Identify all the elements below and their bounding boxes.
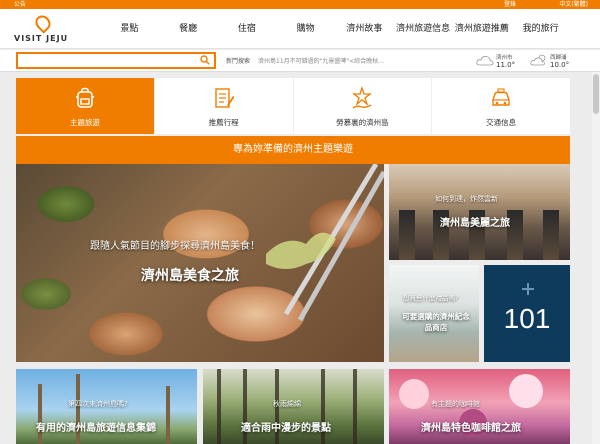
tree-trunk: [353, 369, 357, 444]
tree-trunk: [217, 369, 221, 444]
nav-item-accommodation[interactable]: 住宿: [218, 9, 277, 49]
tab-recommended-itinerary[interactable]: 推薦行程: [155, 78, 294, 134]
star-hand-icon: [352, 86, 373, 109]
nav-item-restaurants[interactable]: 餐廳: [159, 9, 218, 49]
tab-label: 主題旅遊: [69, 118, 100, 127]
tab-theme-travel[interactable]: 主題旅遊: [16, 78, 155, 134]
card-jeju-food-tour[interactable]: 跟隨人氣節目的腳步探尋濟州島美食！ 濟州島美食之旅: [16, 164, 384, 362]
card-subtitle: 想買些什麼禮品嗎?: [403, 294, 459, 302]
card-title: 適合雨中漫步的景點: [241, 423, 331, 434]
top-bar: 公告 登錄 中文(繁體): [0, 0, 600, 9]
site-logo[interactable]: VISIT JEJU: [14, 12, 74, 47]
card-rainy-walk-spots[interactable]: 秋雨綿綿 適合雨中漫步的景點: [203, 369, 384, 444]
search-input[interactable]: [18, 61, 193, 74]
logo-text: VISIT JEJU: [14, 34, 69, 43]
scrollbar-thumb[interactable]: [593, 74, 599, 114]
card-title: 濟州島特色咖啡館之旅: [421, 423, 521, 434]
card-useful-travel-info[interactable]: 第四次來濟州島嗎? 有用的濟州島旅遊信息集錦: [16, 369, 197, 444]
nav-item-shopping[interactable]: 購物: [276, 9, 335, 49]
tab-label: 勞慕裏的濟州島: [336, 118, 389, 127]
notice-link[interactable]: 公告: [14, 0, 26, 9]
card-subtitle: 第四次來濟州島嗎?: [68, 400, 128, 408]
decor-shape: [399, 379, 429, 409]
stall-shape: [399, 210, 415, 260]
palm-trunk: [166, 386, 170, 444]
language-selector[interactable]: 中文(繁體): [559, 0, 588, 9]
plus-icon: [522, 283, 534, 295]
counter-value: 101: [503, 303, 551, 334]
decor-shape: [509, 374, 543, 408]
card-101-counter[interactable]: 101: [484, 265, 570, 362]
main-nav: 景點 餐廳 住宿 購物 濟州故事 濟州旅遊信息 濟州旅遊推薦 我的旅行: [100, 9, 570, 49]
card-souvenir-shops[interactable]: 想買些什麼禮品嗎? 可要選購的濟州紀念品商店: [389, 265, 479, 362]
tab-jeju-in-memory[interactable]: 勞慕裏的濟州島: [294, 78, 433, 134]
car-icon: [492, 88, 510, 106]
weather-jeju-city: 濟州市 11.0°: [476, 52, 538, 70]
chopsticks-image: [266, 164, 384, 322]
card-title: 濟州島美食之旅: [141, 268, 239, 284]
search-icon[interactable]: [200, 55, 210, 65]
nav-item-travel-info[interactable]: 濟州旅遊信息: [394, 9, 453, 49]
category-tabs: 主題旅遊 推薦行程 勞慕裏的濟州島 交通信息: [16, 78, 570, 134]
card-title: 有用的濟州島旅遊信息集錦: [36, 423, 156, 434]
page-scrollbar[interactable]: [592, 72, 600, 444]
weather-temp: 11.0°: [496, 61, 516, 69]
nav-item-recommendations[interactable]: 濟州旅遊推薦: [453, 9, 512, 49]
checklist-icon: [214, 88, 235, 108]
tab-label: 交通信息: [486, 118, 517, 127]
nav-item-attractions[interactable]: 景點: [100, 9, 159, 49]
search-box: [16, 52, 216, 74]
card-theme-cafes[interactable]: 有主題的咖啡館 濟州島特色咖啡館之旅: [389, 369, 570, 444]
tab-label: 推薦行程: [208, 118, 239, 127]
palm-trunk: [38, 384, 42, 444]
weather-city: 西歸浦: [550, 55, 567, 61]
card-subtitle: 秋雨綿綿: [273, 400, 301, 408]
weather-city: 濟州市: [496, 55, 513, 61]
news-label: 新鬥搜索: [226, 58, 251, 65]
site-header: VISIT JEJU 景點 餐廳 住宿 購物 濟州故事 濟州旅遊信息 濟州旅遊推…: [0, 9, 600, 49]
cloud-sun-icon: [530, 54, 546, 66]
nav-item-my-trip[interactable]: 我的旅行: [511, 9, 570, 49]
card-jeju-beauty-tour[interactable]: 如何到達，炸然雲新 濟州島美麗之旅: [389, 164, 570, 260]
nav-item-jeju-stories[interactable]: 濟州故事: [335, 9, 394, 49]
search-row: 新鬥搜索 濟州島11月不可錯過的"九景盛啤"<綜合晚秋... 濟州市 11.0°…: [0, 50, 600, 74]
backpack-icon: [75, 87, 94, 108]
card-title: 濟州島美麗之旅: [440, 218, 510, 229]
card-subtitle: 有主題的咖啡館: [431, 400, 480, 408]
card-subtitle: 跟隨人氣節目的腳步探尋濟州島美食！: [90, 241, 260, 252]
login-link[interactable]: 登錄: [504, 0, 516, 9]
cloud-icon: [476, 56, 494, 66]
card-subtitle: 如何到達，炸然雲新: [435, 195, 498, 203]
weather-seogwipo: 西歸浦 10.0°: [530, 52, 592, 70]
location-pin-icon: [32, 12, 54, 34]
card-title: 可要選購的濟州紀念品商店: [402, 312, 470, 332]
tab-transport-info[interactable]: 交通信息: [432, 78, 570, 134]
stall-shape: [543, 210, 559, 260]
news-ticker[interactable]: 濟州島11月不可錯過的"九景盛啤"<綜合晚秋...: [258, 56, 398, 65]
weather-temp: 10.0°: [550, 61, 570, 69]
theme-banner: 專為妳準備的濟州主題樂遊: [16, 136, 570, 164]
